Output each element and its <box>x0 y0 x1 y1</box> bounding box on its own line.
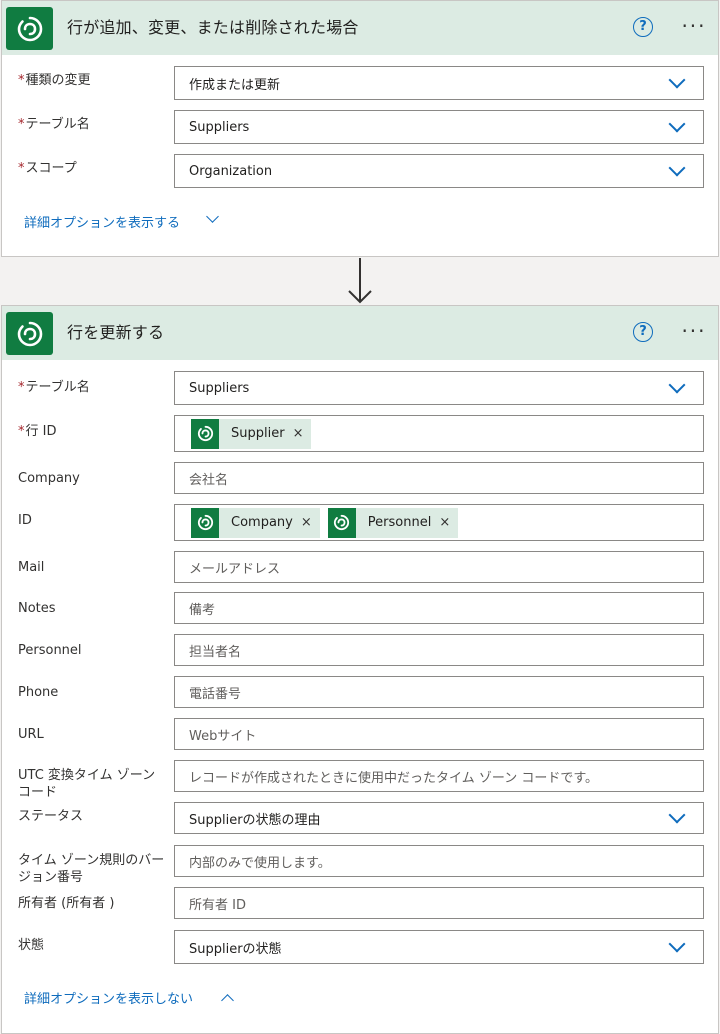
dataverse-icon <box>6 312 53 355</box>
dynamic-content-token[interactable]: Company × <box>191 507 320 538</box>
url-input[interactable]: Webサイト <box>174 718 704 750</box>
remove-token-icon[interactable]: × <box>439 515 450 530</box>
change-type-select[interactable]: 作成または更新 <box>174 66 704 100</box>
trigger-header[interactable]: 行が追加、変更、または削除された場合 ? ··· <box>2 1 718 55</box>
owner-input[interactable]: 所有者 ID <box>174 887 704 919</box>
dynamic-content-token[interactable]: Supplier × <box>191 418 312 449</box>
scope-select[interactable]: Organization <box>174 154 704 188</box>
trigger-card: 行が追加、変更、または削除された場合 ? ··· *種類の変更 作成または更新 … <box>1 0 719 257</box>
field-label: Phone <box>18 685 59 700</box>
field-label: *テーブル名 <box>18 380 90 395</box>
field-label: *行 ID <box>18 424 57 439</box>
connector-arrow-icon <box>348 258 372 304</box>
dataverse-icon <box>191 507 219 538</box>
chevron-down-icon <box>668 159 686 177</box>
chevron-down-icon <box>668 71 686 89</box>
dataverse-icon <box>191 418 219 449</box>
chevron-down-icon <box>668 115 686 133</box>
field-label: *スコープ <box>18 161 77 176</box>
action-title: 行を更新する <box>67 323 165 342</box>
field-label: URL <box>18 727 44 742</box>
dynamic-content-token[interactable]: Personnel × <box>327 507 459 538</box>
remove-token-icon[interactable]: × <box>293 426 304 441</box>
show-advanced-link[interactable]: 詳細オプションを表示する <box>24 212 180 231</box>
help-icon[interactable]: ? <box>633 17 653 37</box>
field-label: 所有者 (所有者 ) <box>18 896 115 911</box>
status-reason-select[interactable]: Supplierの状態の理由 <box>174 802 704 834</box>
field-label: ステータス <box>18 809 84 824</box>
row-id-input[interactable]: Supplier × <box>174 415 704 452</box>
remove-token-icon[interactable]: × <box>301 515 312 530</box>
field-label: ID <box>18 513 32 528</box>
more-icon[interactable]: ··· <box>678 16 710 40</box>
field-label: UTC 変換タイム ゾーン コード <box>18 768 156 800</box>
company-input[interactable]: 会社名 <box>174 462 704 494</box>
field-label: Company <box>18 471 80 486</box>
help-icon[interactable]: ? <box>633 322 653 342</box>
state-select[interactable]: Supplierの状態 <box>174 930 704 964</box>
chevron-up-icon <box>221 994 234 1007</box>
personnel-input[interactable]: 担当者名 <box>174 634 704 666</box>
tz-rule-version-input[interactable]: 内部のみで使用します。 <box>174 845 704 877</box>
mail-input[interactable]: メールアドレス <box>174 551 704 583</box>
field-label: *テーブル名 <box>18 117 90 132</box>
chevron-down-icon <box>668 935 686 953</box>
field-label: 状態 <box>18 938 45 953</box>
field-label: タイム ゾーン規則のバージョン番号 <box>18 853 165 885</box>
utc-timezone-input[interactable]: レコードが作成されたときに使用中だったタイム ゾーン コードです。 <box>174 760 704 792</box>
field-label: Mail <box>18 560 45 575</box>
chevron-down-icon <box>668 376 686 394</box>
field-label: Notes <box>18 601 56 616</box>
field-label: Personnel <box>18 643 82 658</box>
field-label: *種類の変更 <box>18 73 91 88</box>
table-name-select[interactable]: Suppliers <box>174 371 704 405</box>
dataverse-icon <box>327 507 356 538</box>
action-card: 行を更新する ? ··· *テーブル名 Suppliers *行 ID Supp… <box>1 305 719 1034</box>
notes-input[interactable]: 備考 <box>174 592 704 624</box>
chevron-down-icon <box>668 806 686 824</box>
hide-advanced-link[interactable]: 詳細オプションを表示しない <box>24 988 193 1007</box>
action-header[interactable]: 行を更新する ? ··· <box>2 306 718 360</box>
id-input[interactable]: Company × Personnel × <box>174 504 704 541</box>
table-name-select[interactable]: Suppliers <box>174 110 704 144</box>
chevron-down-icon <box>206 210 219 223</box>
more-icon[interactable]: ··· <box>678 321 710 345</box>
trigger-title: 行が追加、変更、または削除された場合 <box>67 18 359 37</box>
phone-input[interactable]: 電話番号 <box>174 676 704 708</box>
dataverse-icon <box>6 7 53 50</box>
